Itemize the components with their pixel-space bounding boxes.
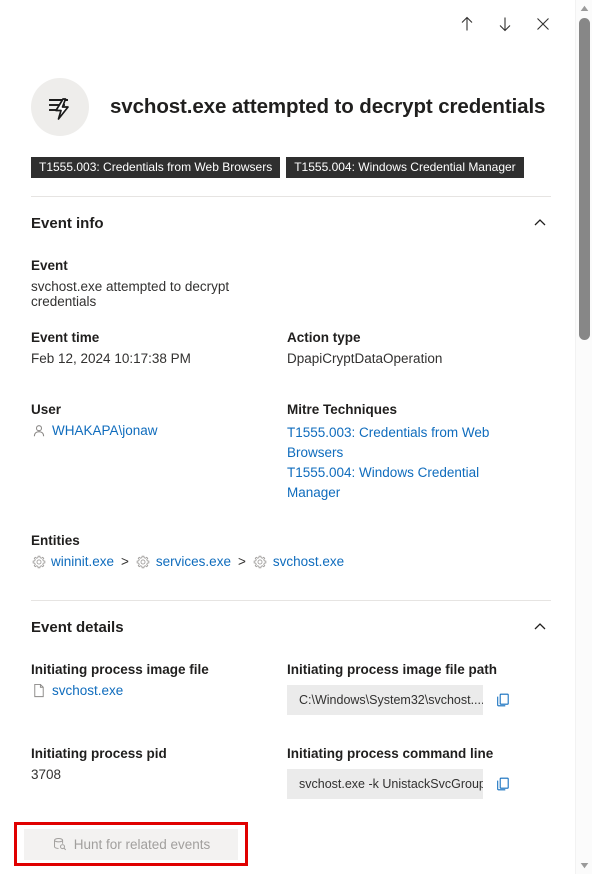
mitre-technique-link[interactable]: T1555.004: Windows Credential Manager xyxy=(287,463,502,503)
entity-item[interactable]: wininit.exe xyxy=(31,554,114,569)
arrow-down-icon xyxy=(496,15,514,33)
gear-icon xyxy=(31,554,46,569)
field-label: Initiating process command line xyxy=(287,746,494,761)
image-file-link[interactable]: svchost.exe xyxy=(52,683,123,698)
hunt-database-icon xyxy=(52,837,67,852)
entity-separator: > xyxy=(121,554,129,569)
close-icon xyxy=(535,16,551,32)
field-value: 3708 xyxy=(31,767,62,782)
section-divider xyxy=(31,600,551,601)
field-value: DpapiCryptDataOperation xyxy=(287,351,443,366)
mitre-tag[interactable]: T1555.004: Windows Credential Manager xyxy=(286,157,524,178)
command-line-value: svchost.exe -k UnistackSvcGroup xyxy=(287,769,483,799)
field-label: Event time xyxy=(31,330,100,345)
entity-item[interactable]: svchost.exe xyxy=(253,554,344,569)
field-label: Initiating process image file path xyxy=(287,662,498,677)
entity-item[interactable]: services.exe xyxy=(136,554,231,569)
mitre-technique-link[interactable]: T1555.003: Credentials from Web Browsers xyxy=(287,423,502,463)
field-user: User WHAKAPA\jonaw xyxy=(31,402,281,438)
section-title-event-details: Event details xyxy=(31,618,124,636)
field-value: Feb 12, 2024 10:17:38 PM xyxy=(31,351,191,366)
field-label: Entities xyxy=(31,533,80,548)
field-initiating-process-pid: Initiating process pid 3708 xyxy=(31,746,281,782)
field-event-time: Event time Feb 12, 2024 10:17:38 PM xyxy=(31,330,281,366)
user-link[interactable]: WHAKAPA\jonaw xyxy=(52,423,158,438)
field-mitre-techniques: Mitre Techniques T1555.003: Credentials … xyxy=(287,402,527,503)
section-header-event-details[interactable]: Event details xyxy=(31,615,551,639)
event-details-flyout: svchost.exe attempted to decrypt credent… xyxy=(0,0,592,874)
field-initiating-process-image-file-path: Initiating process image file path C:\Wi… xyxy=(287,662,552,715)
field-label: Event xyxy=(31,258,68,273)
page-title: svchost.exe attempted to decrypt credent… xyxy=(110,95,546,118)
entity-chain: wininit.exe > services.exe > svchost.exe xyxy=(31,554,551,569)
entity-label[interactable]: svchost.exe xyxy=(273,554,344,569)
entity-label[interactable]: services.exe xyxy=(156,554,231,569)
arrow-up-icon xyxy=(458,15,476,33)
vertical-scrollbar[interactable] xyxy=(575,0,592,874)
person-icon xyxy=(31,423,46,438)
field-initiating-process-image-file: Initiating process image file svchost.ex… xyxy=(31,662,281,698)
section-divider xyxy=(31,196,551,197)
scrollbar-thumb[interactable] xyxy=(579,18,590,340)
alert-title-row: svchost.exe attempted to decrypt credent… xyxy=(31,78,545,136)
section-title-event-info: Event info xyxy=(31,214,104,232)
chevron-up-icon[interactable] xyxy=(529,212,551,234)
field-event: Event svchost.exe attempted to decrypt c… xyxy=(31,258,281,309)
field-label: User xyxy=(31,402,62,417)
copy-icon[interactable] xyxy=(493,774,513,794)
hunt-button-label: Hunt for related events xyxy=(73,837,211,852)
field-label: Action type xyxy=(287,330,361,345)
close-panel-button[interactable] xyxy=(524,5,562,43)
copy-icon[interactable] xyxy=(493,690,513,710)
hunt-for-related-events-button[interactable]: Hunt for related events xyxy=(24,829,238,860)
next-item-button[interactable] xyxy=(486,5,524,43)
scroll-down-arrow-icon[interactable] xyxy=(576,857,592,874)
field-action-type: Action type DpapiCryptDataOperation xyxy=(287,330,547,366)
field-label: Initiating process image file xyxy=(31,662,209,677)
mitre-tag-row: T1555.003: Credentials from Web Browsers… xyxy=(31,157,524,178)
mitre-tag[interactable]: T1555.003: Credentials from Web Browsers xyxy=(31,157,281,178)
entity-label[interactable]: wininit.exe xyxy=(51,554,114,569)
alert-lightning-icon xyxy=(31,78,89,136)
chevron-up-icon[interactable] xyxy=(529,616,551,638)
flyout-command-bar xyxy=(0,0,570,48)
gear-icon xyxy=(253,554,268,569)
field-initiating-process-command-line: Initiating process command line svchost.… xyxy=(287,746,552,799)
image-file-path-value: C:\Windows\System32\svchost.... xyxy=(287,685,483,715)
section-header-event-info[interactable]: Event info xyxy=(31,211,551,235)
gear-icon xyxy=(136,554,151,569)
field-label: Mitre Techniques xyxy=(287,402,398,417)
field-entities: Entities wininit.exe > services.exe > sv… xyxy=(31,533,551,569)
file-icon xyxy=(31,683,46,698)
previous-item-button[interactable] xyxy=(448,5,486,43)
field-value: svchost.exe attempted to decrypt credent… xyxy=(31,279,230,309)
field-label: Initiating process pid xyxy=(31,746,167,761)
entity-separator: > xyxy=(237,554,246,569)
scroll-up-arrow-icon[interactable] xyxy=(576,0,592,17)
